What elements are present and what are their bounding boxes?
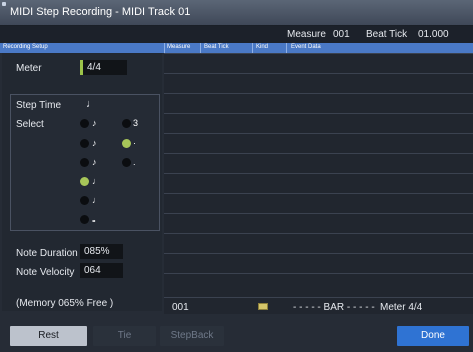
position-info-bar: Measure 001 Beat Tick 01.000 (0, 26, 473, 43)
quarter-note-icon: ♩ (86, 98, 97, 110)
meter-field[interactable]: 4/4 (80, 60, 127, 75)
note-velocity-label: Note Velocity (16, 267, 75, 278)
column-measure: Measure (167, 44, 191, 50)
column-header-bar: Recording Setup Measure Beat Tick Kind E… (0, 43, 473, 53)
recording-setup-header: Recording Setup (3, 44, 48, 50)
radio-sixteenth[interactable] (80, 119, 89, 128)
corner-marker (2, 2, 6, 6)
beat-tick-value: 01.000 (418, 29, 449, 40)
note-velocity-field[interactable]: 064 (80, 263, 123, 278)
list-row-divider (164, 93, 473, 94)
list-row-divider (164, 213, 473, 214)
list-row-divider (164, 273, 473, 274)
sixteenth-note-icon: ♪ (92, 118, 97, 128)
list-row-divider (164, 53, 473, 54)
list-row-divider (164, 193, 473, 194)
radio-quarter[interactable] (80, 177, 89, 186)
select-label: Select (16, 119, 44, 130)
done-button[interactable]: Done (397, 326, 469, 346)
status-meter: Meter 4/4 (380, 302, 423, 313)
triplet-label: 3 (133, 118, 139, 128)
list-row-divider (164, 133, 473, 134)
list-row-divider (164, 173, 473, 174)
measure-value: 001 (333, 29, 350, 40)
status-bar-text: - - - - - BAR - - - - - (293, 302, 375, 313)
header-divider (164, 43, 165, 53)
meter-label: Meter (16, 63, 42, 74)
measure-label: Measure (287, 29, 326, 40)
memory-status: (Memory 065% Free ) (16, 298, 114, 309)
radio-dotted[interactable] (122, 158, 131, 167)
list-row-divider (164, 233, 473, 234)
list-row-divider (164, 153, 473, 154)
radio-whole[interactable] (80, 215, 89, 224)
radio-half[interactable] (80, 196, 89, 205)
title-bar: MIDI Step Recording - MIDI Track 01 (0, 0, 473, 26)
keyboard-icon (258, 303, 268, 310)
radio-thirty-second[interactable] (80, 139, 89, 148)
status-measure: 001 (172, 302, 189, 313)
header-divider (252, 43, 253, 53)
radio-eighth[interactable] (80, 158, 89, 167)
column-beat-tick: Beat Tick (204, 44, 229, 50)
header-divider (200, 43, 201, 53)
step-time-label: Step Time (16, 100, 62, 111)
quarter-note-icon: ♩ (92, 176, 101, 186)
list-row-divider (164, 253, 473, 254)
window-title: MIDI Step Recording - MIDI Track 01 (10, 6, 191, 18)
rest-button[interactable]: Rest (10, 326, 87, 346)
list-row-divider (164, 73, 473, 74)
radio-triplet[interactable] (122, 119, 131, 128)
whole-note-icon: 𝅝 (92, 214, 96, 224)
column-kind: Kind (256, 44, 269, 50)
column-event-data: Event Data (291, 44, 321, 50)
tie-button[interactable]: Tie (93, 326, 156, 346)
header-divider (286, 43, 287, 53)
event-list[interactable] (164, 53, 473, 298)
beat-tick-label: Beat Tick (366, 29, 408, 40)
normal-label: · (133, 138, 136, 148)
eighth-note-icon: ♪ (92, 157, 97, 167)
stepback-button[interactable]: StepBack (160, 326, 224, 346)
dotted-label: . (133, 157, 136, 167)
note-duration-label: Note Duration (16, 248, 78, 259)
eighth-note-icon: ♪ (92, 138, 97, 148)
list-row-divider (164, 113, 473, 114)
note-duration-field[interactable]: 085% (80, 244, 123, 259)
radio-normal[interactable] (122, 139, 131, 148)
half-note-icon: ♩ (92, 195, 101, 205)
